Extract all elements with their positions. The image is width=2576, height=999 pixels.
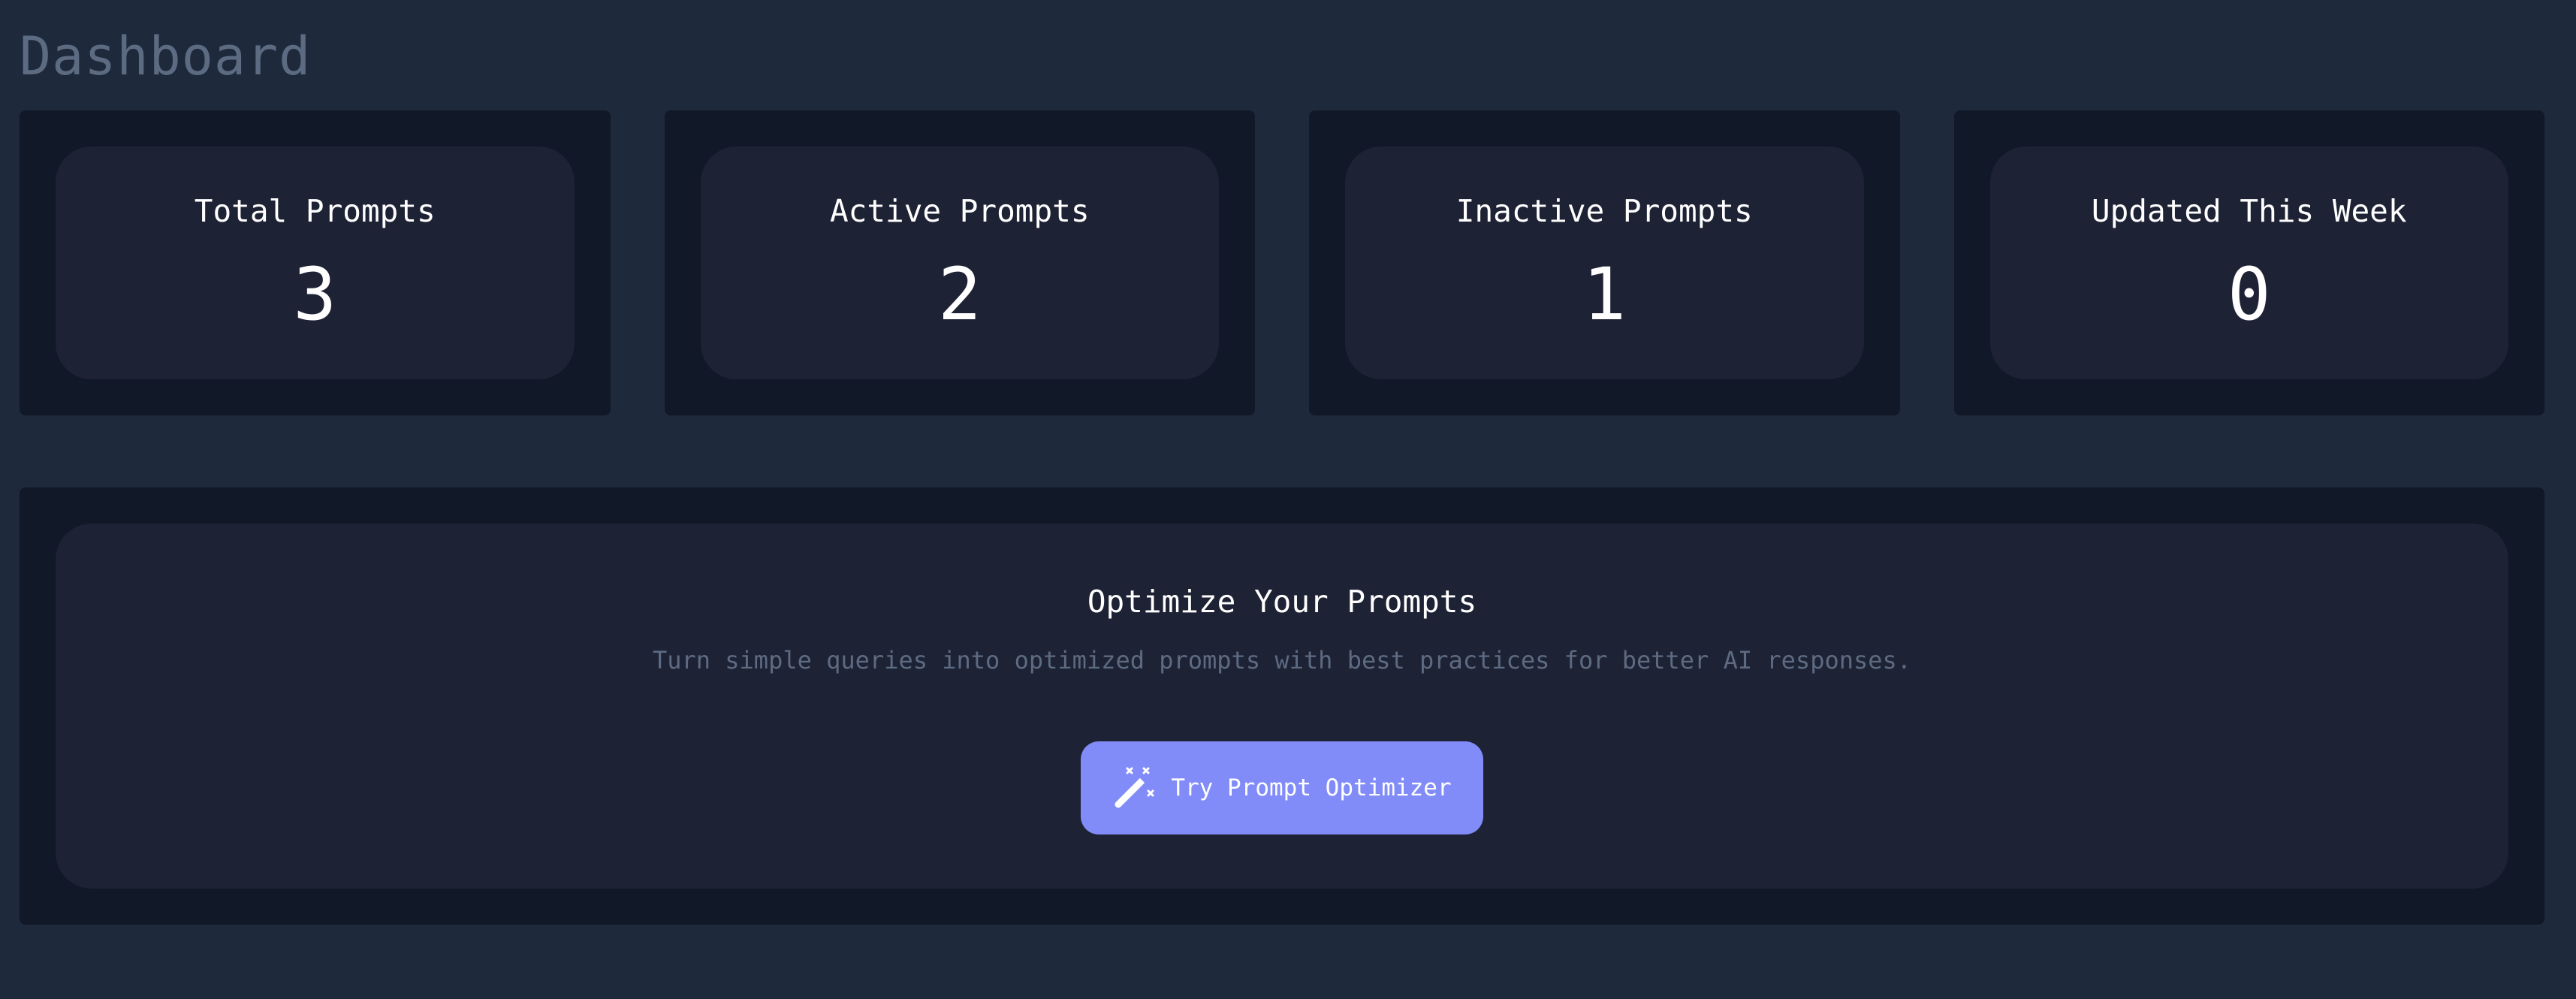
stat-label: Inactive Prompts [1455, 193, 1753, 229]
stat-card-updated-this-week: Updated This Week 0 [1989, 146, 2508, 379]
stat-value: 2 [937, 252, 982, 337]
stat-panel-updated-this-week: Updated This Week 0 [1953, 110, 2544, 415]
page-title: Dashboard [20, 26, 312, 87]
try-prompt-optimizer-button[interactable]: Try Prompt Optimizer [1081, 741, 1483, 835]
stat-value: 3 [293, 252, 337, 337]
optimizer-title: Optimize Your Prompts [1087, 584, 1477, 620]
try-prompt-optimizer-label: Try Prompt Optimizer [1171, 774, 1452, 801]
stat-card-active-prompts: Active Prompts 2 [700, 146, 1219, 379]
stat-value: 1 [1582, 252, 1627, 337]
optimizer-panel: Optimize Your Prompts Turn simple querie… [20, 487, 2544, 925]
stat-card-inactive-prompts: Inactive Prompts 1 [1345, 146, 1864, 379]
stat-value: 0 [2227, 252, 2271, 337]
optimizer-card: Optimize Your Prompts Turn simple querie… [56, 524, 2508, 889]
stat-label: Updated This Week [2091, 193, 2407, 229]
stat-panel-active-prompts: Active Prompts 2 [664, 110, 1255, 415]
stat-label: Active Prompts [829, 193, 1090, 229]
magic-wand-icon [1112, 765, 1157, 810]
stat-panel-total-prompts: Total Prompts 3 [20, 110, 611, 415]
stat-panel-inactive-prompts: Inactive Prompts 1 [1309, 110, 1900, 415]
stats-row: Total Prompts 3 Active Prompts 2 Inactiv… [20, 110, 2544, 415]
stat-card-total-prompts: Total Prompts 3 [56, 146, 575, 379]
stat-label: Total Prompts [194, 193, 436, 229]
optimizer-description: Turn simple queries into optimized promp… [652, 646, 1912, 675]
